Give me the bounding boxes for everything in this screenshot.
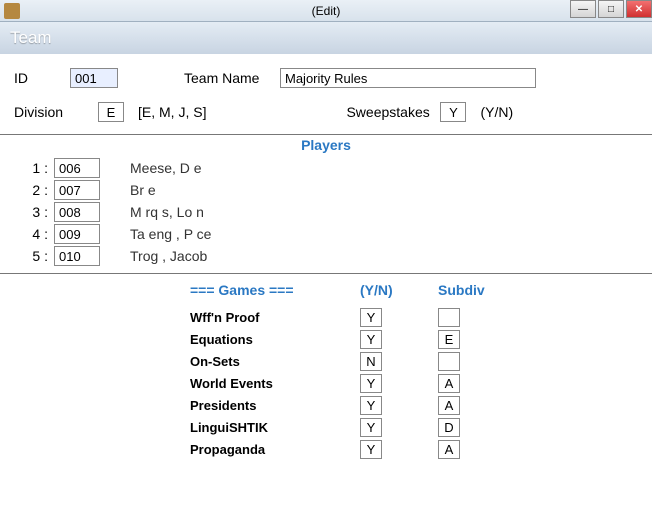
game-subdiv-input[interactable] <box>438 440 460 459</box>
player-name: Meese, D e <box>130 160 202 176</box>
game-name: LinguiSHTIK <box>190 420 360 435</box>
players-block: 1 : Meese, D e 2 : Br e 3 : M rq s, Lo n 4 : T… <box>0 157 652 273</box>
sweepstakes-label: Sweepstakes <box>346 104 440 120</box>
game-subdiv-input[interactable] <box>438 330 460 349</box>
game-row: Propaganda <box>190 438 652 460</box>
player-name: Ta eng , P ce <box>130 226 211 242</box>
game-yn-input[interactable] <box>360 308 382 327</box>
games-header-row: === Games === (Y/N) Subdiv <box>190 282 652 298</box>
game-name: Presidents <box>190 398 360 413</box>
app-icon <box>4 3 20 19</box>
window-title: (Edit) <box>312 4 341 18</box>
player-name: Br e <box>130 182 156 198</box>
player-index: 4 : <box>14 226 54 242</box>
player-id-input[interactable] <box>54 180 100 200</box>
titlebar: (Edit) — □ ✕ <box>0 0 652 22</box>
games-heading: === Games === <box>190 282 360 298</box>
game-name: On-Sets <box>190 354 360 369</box>
game-row: Wff'n Proof <box>190 306 652 328</box>
section-title: Team <box>10 28 52 48</box>
subdiv-heading: Subdiv <box>438 282 498 298</box>
game-name: Propaganda <box>190 442 360 457</box>
player-id-input[interactable] <box>54 158 100 178</box>
game-yn-input[interactable] <box>360 418 382 437</box>
player-index: 1 : <box>14 160 54 176</box>
game-name: Equations <box>190 332 360 347</box>
game-name: Wff'n Proof <box>190 310 360 325</box>
player-index: 3 : <box>14 204 54 220</box>
id-input[interactable] <box>70 68 118 88</box>
player-id-input[interactable] <box>54 246 100 266</box>
form-area: ID Team Name Division [E, M, J, S] Sweep… <box>0 54 652 134</box>
player-name: M rq s, Lo n <box>130 204 204 220</box>
player-row: 2 : Br e <box>14 179 638 201</box>
division-label: Division <box>14 104 98 120</box>
divider-1 <box>0 134 652 135</box>
game-yn-input[interactable] <box>360 396 382 415</box>
window-controls: — □ ✕ <box>568 0 652 18</box>
game-row: World Events <box>190 372 652 394</box>
game-name: World Events <box>190 376 360 391</box>
game-subdiv-input[interactable] <box>438 374 460 393</box>
game-row: On-Sets <box>190 350 652 372</box>
player-row: 5 : Trog , Jacob <box>14 245 638 267</box>
player-row: 3 : M rq s, Lo n <box>14 201 638 223</box>
players-heading: Players <box>0 137 652 153</box>
division-hint: [E, M, J, S] <box>138 104 206 120</box>
game-subdiv-input[interactable] <box>438 308 460 327</box>
close-button[interactable]: ✕ <box>626 0 652 18</box>
player-index: 2 : <box>14 182 54 198</box>
game-yn-input[interactable] <box>360 330 382 349</box>
team-name-label: Team Name <box>184 70 280 86</box>
games-block: Wff'n Proof Equations On-Sets World Events P… <box>190 306 652 460</box>
player-row: 1 : Meese, D e <box>14 157 638 179</box>
player-id-input[interactable] <box>54 202 100 222</box>
game-row: Equations <box>190 328 652 350</box>
game-yn-input[interactable] <box>360 352 382 371</box>
player-id-input[interactable] <box>54 224 100 244</box>
sweepstakes-hint: (Y/N) <box>480 104 513 120</box>
game-subdiv-input[interactable] <box>438 396 460 415</box>
game-row: Presidents <box>190 394 652 416</box>
game-subdiv-input[interactable] <box>438 352 460 371</box>
game-yn-input[interactable] <box>360 440 382 459</box>
minimize-button[interactable]: — <box>570 0 596 18</box>
game-row: LinguiSHTIK <box>190 416 652 438</box>
sweepstakes-input[interactable] <box>440 102 466 122</box>
yn-heading: (Y/N) <box>360 282 438 298</box>
division-input[interactable] <box>98 102 124 122</box>
maximize-button[interactable]: □ <box>598 0 624 18</box>
player-row: 4 : Ta eng , P ce <box>14 223 638 245</box>
game-yn-input[interactable] <box>360 374 382 393</box>
games-area: === Games === (Y/N) Subdiv Wff'n Proof Eq… <box>0 274 652 460</box>
player-name: Trog , Jacob <box>130 248 207 264</box>
id-label: ID <box>14 70 70 86</box>
player-index: 5 : <box>14 248 54 264</box>
game-subdiv-input[interactable] <box>438 418 460 437</box>
section-header: Team <box>0 22 652 54</box>
team-name-input[interactable] <box>280 68 536 88</box>
